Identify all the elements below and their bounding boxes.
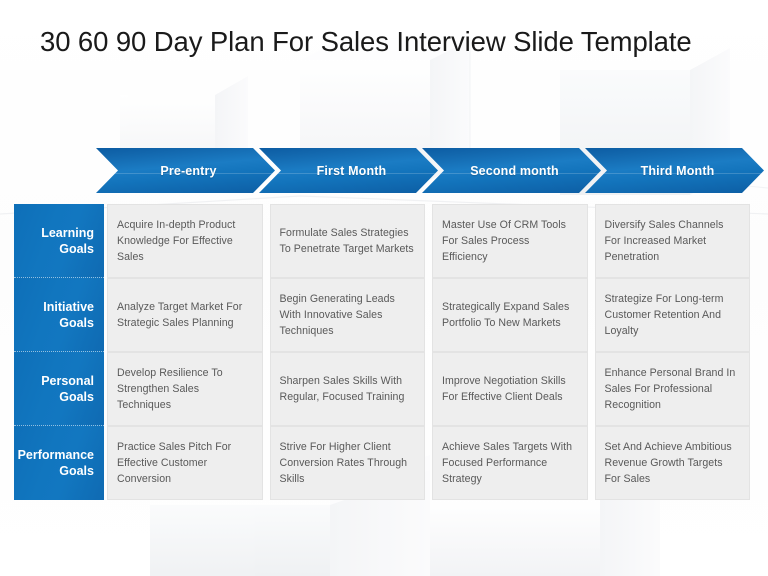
row-label-learning-goals: Learning Goals xyxy=(14,204,104,278)
row-cells: Develop Resilience To Strengthen Sales T… xyxy=(104,352,750,426)
cell-personal-pre-entry[interactable]: Develop Resilience To Strengthen Sales T… xyxy=(107,352,263,426)
cell-text: Acquire In-depth Product Knowledge For E… xyxy=(117,218,236,264)
cell-text: Strategically Expand Sales Portfolio To … xyxy=(442,300,570,329)
row-label-performance-goals: Performance Goals xyxy=(14,426,104,500)
cell-initiative-pre-entry[interactable]: Analyze Target Market For Strategic Sale… xyxy=(107,278,263,352)
cell-text: Analyze Target Market For Strategic Sale… xyxy=(117,300,243,329)
phase-chevron-third-month[interactable]: Third Month xyxy=(585,148,764,193)
cell-text: Achieve Sales Targets With Focused Perfo… xyxy=(442,440,573,486)
row-cells: Analyze Target Market For Strategic Sale… xyxy=(104,278,750,352)
phase-label: Third Month xyxy=(640,163,715,178)
cell-personal-first-month[interactable]: Sharpen Sales Skills With Regular, Focus… xyxy=(269,352,425,426)
cell-text: Diversify Sales Channels For Increased M… xyxy=(604,218,724,264)
cell-learning-first-month[interactable]: Formulate Sales Strategies To Penetrate … xyxy=(269,204,425,278)
phase-header-row: Pre-entry First Month Second month Third… xyxy=(96,148,764,193)
cell-performance-first-month[interactable]: Strive For Higher Client Conversion Rate… xyxy=(269,426,425,500)
phase-chevron-first-month[interactable]: First Month xyxy=(259,148,438,193)
cell-performance-second-month[interactable]: Achieve Sales Targets With Focused Perfo… xyxy=(432,426,588,500)
cell-text: Improve Negotiation Skills For Effective… xyxy=(442,374,566,403)
phase-chevron-second-month[interactable]: Second month xyxy=(422,148,601,193)
row-label-personal-goals: Personal Goals xyxy=(14,352,104,426)
phase-label: Second month xyxy=(470,163,559,178)
cell-initiative-first-month[interactable]: Begin Generating Leads With Innovative S… xyxy=(269,278,425,352)
cell-text: Enhance Personal Brand In Sales For Prof… xyxy=(604,366,736,412)
table-row: Initiative Goals Analyze Target Market F… xyxy=(14,278,750,352)
cell-text: Strategize For Long-term Customer Retent… xyxy=(604,292,724,338)
cell-text: Formulate Sales Strategies To Penetrate … xyxy=(279,226,414,255)
cell-text: Sharpen Sales Skills With Regular, Focus… xyxy=(279,374,405,403)
table-row: Performance Goals Practice Sales Pitch F… xyxy=(14,426,750,500)
cell-text: Strive For Higher Client Conversion Rate… xyxy=(279,440,408,486)
phase-label: First Month xyxy=(316,163,387,178)
table-row: Personal Goals Develop Resilience To Str… xyxy=(14,352,750,426)
phase-label: Pre-entry xyxy=(160,163,217,178)
cell-learning-pre-entry[interactable]: Acquire In-depth Product Knowledge For E… xyxy=(107,204,263,278)
page-title: 30 60 90 Day Plan For Sales Interview Sl… xyxy=(40,26,692,57)
cell-performance-third-month[interactable]: Set And Achieve Ambitious Revenue Growth… xyxy=(594,426,750,500)
slide-canvas: 30 60 90 Day Plan For Sales Interview Sl… xyxy=(0,0,768,576)
row-cells: Practice Sales Pitch For Effective Custo… xyxy=(104,426,750,500)
cell-text: Practice Sales Pitch For Effective Custo… xyxy=(117,440,232,486)
cell-learning-third-month[interactable]: Diversify Sales Channels For Increased M… xyxy=(594,204,750,278)
goals-matrix: Learning Goals Acquire In-depth Product … xyxy=(14,204,750,500)
cell-personal-third-month[interactable]: Enhance Personal Brand In Sales For Prof… xyxy=(594,352,750,426)
cell-text: Develop Resilience To Strengthen Sales T… xyxy=(117,366,223,412)
cell-text: Set And Achieve Ambitious Revenue Growth… xyxy=(604,440,732,486)
table-row: Learning Goals Acquire In-depth Product … xyxy=(14,204,750,278)
cell-text: Begin Generating Leads With Innovative S… xyxy=(279,292,395,338)
row-cells: Acquire In-depth Product Knowledge For E… xyxy=(104,204,750,278)
cell-learning-second-month[interactable]: Master Use Of CRM Tools For Sales Proces… xyxy=(432,204,588,278)
cell-performance-pre-entry[interactable]: Practice Sales Pitch For Effective Custo… xyxy=(107,426,263,500)
cell-initiative-third-month[interactable]: Strategize For Long-term Customer Retent… xyxy=(594,278,750,352)
row-label-initiative-goals: Initiative Goals xyxy=(14,278,104,352)
cell-personal-second-month[interactable]: Improve Negotiation Skills For Effective… xyxy=(432,352,588,426)
phase-chevron-pre-entry[interactable]: Pre-entry xyxy=(96,148,275,193)
cell-text: Master Use Of CRM Tools For Sales Proces… xyxy=(442,218,566,264)
cell-initiative-second-month[interactable]: Strategically Expand Sales Portfolio To … xyxy=(432,278,588,352)
